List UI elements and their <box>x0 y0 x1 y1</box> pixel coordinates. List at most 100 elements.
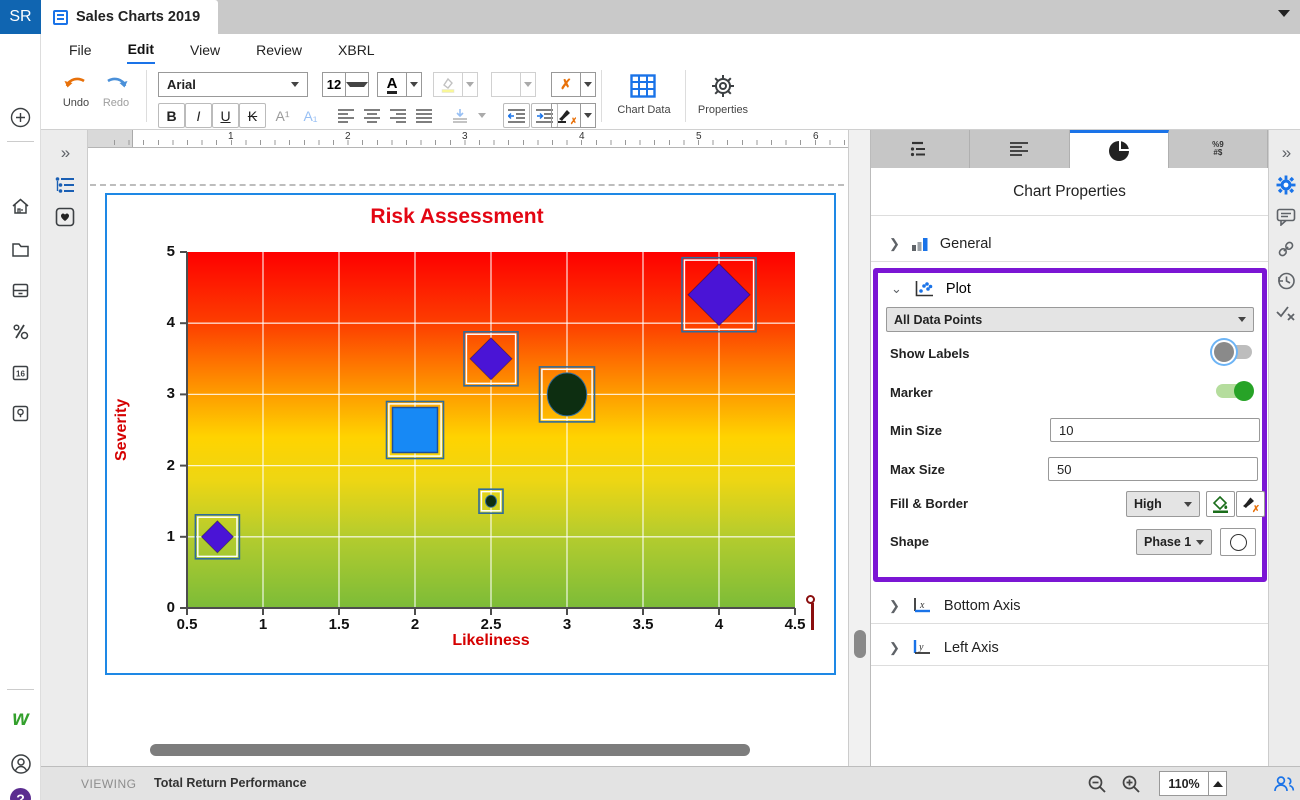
collaborators-button[interactable] <box>1273 774 1295 799</box>
help-icon[interactable]: ? <box>10 788 31 800</box>
vertical-scrollbar-thumb[interactable] <box>854 630 866 658</box>
archive-drawer-icon[interactable] <box>8 278 33 303</box>
track-changes-icon[interactable] <box>1273 300 1298 325</box>
bold-button[interactable]: B <box>158 103 185 128</box>
highlight-caret[interactable] <box>462 73 477 96</box>
border-style-caret[interactable] <box>520 73 535 96</box>
fill-border-value: High <box>1134 497 1162 511</box>
menu-edit[interactable]: Edit <box>127 36 155 64</box>
collapse-panel-chevrons-icon[interactable]: » <box>1273 140 1298 165</box>
max-size-input[interactable] <box>1048 457 1258 481</box>
section-plot[interactable]: ⌄ Plot <box>891 281 971 297</box>
horizontal-scrollbar-thumb[interactable] <box>150 744 750 756</box>
border-clear-button[interactable]: ✗ <box>1236 491 1265 517</box>
expand-panel-chevrons-icon[interactable]: » <box>52 140 77 165</box>
section-bottom-axis-label: Bottom Axis <box>944 598 1021 614</box>
shape-series-dropdown[interactable]: Phase 1 <box>1136 529 1212 555</box>
show-labels-toggle[interactable] <box>1216 345 1252 359</box>
font-size-value: 12 <box>323 77 345 92</box>
section-bottom-axis[interactable]: ❯ x Bottom Axis <box>871 588 1268 624</box>
clear-formatting-button[interactable]: ✗ <box>551 72 596 97</box>
shape-picker-button[interactable] <box>1220 528 1256 556</box>
document-icon <box>53 10 68 25</box>
section-general[interactable]: ❯ General <box>871 226 1268 262</box>
vertical-align-button[interactable] <box>445 103 490 128</box>
fill-color-button[interactable] <box>1206 491 1235 517</box>
subscript-button[interactable]: A₁ <box>297 103 324 128</box>
font-size-select[interactable]: 12 <box>322 72 369 97</box>
menu-review[interactable]: Review <box>255 37 303 63</box>
redo-button[interactable] <box>99 70 133 94</box>
fill-border-dropdown[interactable]: High <box>1126 491 1200 517</box>
resize-handle[interactable] <box>811 603 814 630</box>
redo-label: Redo <box>97 97 135 109</box>
clear-formatting-caret[interactable] <box>580 73 595 96</box>
calendar-icon[interactable]: 16 <box>8 360 33 385</box>
document-outline-icon[interactable] <box>52 172 77 197</box>
justify-button[interactable] <box>411 103 437 128</box>
account-person-icon[interactable] <box>8 751 33 776</box>
top-tab-bar: SR Sales Charts 2019 <box>0 0 1300 34</box>
document-page[interactable]: Risk Assessment Severity Likeliness 0123… <box>88 148 848 766</box>
y-tick-label: 3 <box>145 385 175 402</box>
x-tick-label: 4 <box>697 616 741 633</box>
user-avatar[interactable]: SR <box>0 0 41 34</box>
data-scope-dropdown[interactable]: All Data Points <box>886 307 1254 332</box>
files-folder-icon[interactable] <box>8 237 33 262</box>
decrease-indent-button[interactable] <box>503 103 530 128</box>
tab-outline[interactable] <box>871 130 970 168</box>
zoom-level-input[interactable] <box>1160 772 1208 795</box>
menu-file[interactable]: File <box>68 37 93 63</box>
tab-bar-caret-icon[interactable] <box>1278 10 1290 17</box>
x-tick-label: 1.5 <box>317 616 361 633</box>
marker-toggle[interactable] <box>1216 384 1252 398</box>
comments-icon[interactable] <box>1273 204 1298 229</box>
risk-matrix-plot[interactable] <box>187 252 795 608</box>
zoom-in-button[interactable] <box>1121 774 1141 799</box>
sidebar-divider <box>7 141 34 142</box>
tab-paragraph[interactable] <box>970 130 1069 168</box>
undo-button[interactable] <box>59 70 93 94</box>
font-color-caret[interactable] <box>406 73 421 96</box>
tab-number-format[interactable]: %9 #$ <box>1169 130 1268 168</box>
menu-view[interactable]: View <box>189 37 221 63</box>
resize-handle-knob[interactable] <box>806 595 815 604</box>
border-style-button[interactable] <box>491 72 536 97</box>
bookmark-heart-icon[interactable] <box>52 204 77 229</box>
create-plus-icon[interactable] <box>8 105 33 130</box>
insights-tag-icon[interactable] <box>8 401 33 426</box>
min-size-input[interactable] <box>1050 418 1260 442</box>
chart-data-button[interactable] <box>621 72 665 100</box>
copy-formatting-caret[interactable] <box>580 104 595 127</box>
highlight-color-button[interactable] <box>433 72 478 97</box>
document-tab[interactable]: Sales Charts 2019 <box>41 0 218 34</box>
settings-gear-icon[interactable] <box>1273 172 1298 197</box>
strikethrough-button[interactable]: K <box>239 103 266 128</box>
italic-button[interactable]: I <box>185 103 212 128</box>
menu-xbrl[interactable]: XBRL <box>337 37 376 63</box>
link-icon[interactable] <box>1273 236 1298 261</box>
format-painter-icon: ✗ <box>557 107 576 125</box>
superscript-button[interactable]: A¹ <box>269 103 296 128</box>
align-left-button[interactable] <box>333 103 359 128</box>
font-color-button[interactable]: A <box>377 72 422 97</box>
copy-formatting-button[interactable]: ✗ <box>551 103 596 128</box>
font-size-caret[interactable] <box>345 73 368 96</box>
formula-percent-icon[interactable] <box>8 319 33 344</box>
section-left-axis[interactable]: ❯ y Left Axis <box>871 630 1268 666</box>
align-center-button[interactable] <box>359 103 385 128</box>
home-icon[interactable] <box>8 194 33 219</box>
chart-selection-frame[interactable]: Risk Assessment Severity Likeliness 0123… <box>105 193 836 675</box>
zoom-out-button[interactable] <box>1087 774 1107 799</box>
vertical-scrollbar-track[interactable] <box>848 130 870 766</box>
tab-chart-properties[interactable] <box>1070 130 1169 168</box>
font-family-select[interactable]: Arial <box>158 72 308 97</box>
align-right-button[interactable] <box>385 103 411 128</box>
underline-button[interactable]: U <box>212 103 239 128</box>
properties-button[interactable] <box>701 72 745 100</box>
highlighter-icon <box>439 76 457 94</box>
vertical-align-caret[interactable] <box>474 104 489 127</box>
marker-label: Marker <box>890 385 933 400</box>
zoom-spinner-button[interactable] <box>1208 772 1226 795</box>
history-clock-icon[interactable] <box>1273 268 1298 293</box>
